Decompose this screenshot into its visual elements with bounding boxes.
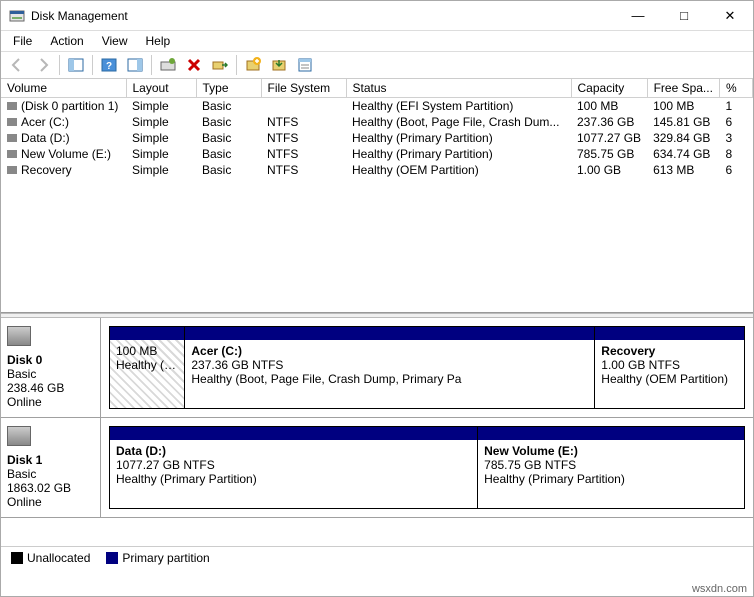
- col-type[interactable]: Type: [196, 79, 261, 98]
- new-spanned-volume-button[interactable]: [241, 54, 265, 76]
- col-layout[interactable]: Layout: [126, 79, 196, 98]
- disk-header[interactable]: Disk 1Basic1863.02 GBOnline: [1, 418, 101, 517]
- footer-watermark: wsxdn.com: [692, 583, 747, 595]
- toolbar: ?: [1, 51, 753, 79]
- volume-icon: [7, 118, 17, 126]
- legend-unallocated: Unallocated: [11, 551, 90, 565]
- svg-text:?: ?: [106, 61, 112, 72]
- menu-view[interactable]: View: [94, 32, 136, 50]
- partition-status: Healthy (OEM Partition): [601, 372, 738, 386]
- partition-status: Healthy (Primary Partition): [116, 472, 471, 486]
- partition-status: Healthy (Boot, Page File, Crash Dump, Pr…: [191, 372, 588, 386]
- menu-action[interactable]: Action: [42, 32, 91, 50]
- volume-table[interactable]: Volume Layout Type File System Status Ca…: [1, 79, 753, 178]
- menu-bar: File Action View Help: [1, 31, 753, 51]
- partition-color-bar: [595, 327, 744, 340]
- table-row[interactable]: Acer (C:)SimpleBasicNTFSHealthy (Boot, P…: [1, 114, 753, 130]
- partition[interactable]: Data (D:)1077.27 GB NTFSHealthy (Primary…: [109, 426, 478, 509]
- col-filesystem[interactable]: File System: [261, 79, 346, 98]
- graphical-view-pane[interactable]: Disk 0Basic238.46 GBOnline100 MBHealthy …: [1, 318, 753, 546]
- partition-title: New Volume (E:): [484, 444, 738, 458]
- partition-color-bar: [478, 427, 744, 440]
- show-hide-action-pane-button[interactable]: [123, 54, 147, 76]
- disk-icon: [7, 326, 31, 346]
- toolbar-separator: [92, 55, 93, 75]
- volume-list-pane[interactable]: Volume Layout Type File System Status Ca…: [1, 79, 753, 313]
- disk-type: Basic: [7, 467, 94, 481]
- forward-button[interactable]: [31, 54, 55, 76]
- partition-container: Data (D:)1077.27 GB NTFSHealthy (Primary…: [101, 418, 753, 517]
- col-status[interactable]: Status: [346, 79, 571, 98]
- toolbar-separator: [151, 55, 152, 75]
- window-title: Disk Management: [31, 9, 615, 23]
- volume-icon: [7, 102, 17, 110]
- col-volume[interactable]: Volume: [1, 79, 126, 98]
- table-row[interactable]: RecoverySimpleBasicNTFSHealthy (OEM Part…: [1, 162, 753, 178]
- minimize-button[interactable]: —: [615, 1, 661, 31]
- disk-header[interactable]: Disk 0Basic238.46 GBOnline: [1, 318, 101, 417]
- help-button[interactable]: ?: [97, 54, 121, 76]
- disk-size: 1863.02 GB: [7, 481, 94, 495]
- volume-icon: [7, 166, 17, 174]
- disk-state: Online: [7, 395, 94, 409]
- partition-size: 1077.27 GB NTFS: [116, 458, 471, 472]
- legend: Unallocated Primary partition: [1, 546, 753, 568]
- disk-type: Basic: [7, 367, 94, 381]
- extend-volume-button[interactable]: [208, 54, 232, 76]
- volume-icon: [7, 150, 17, 158]
- toolbar-separator: [236, 55, 237, 75]
- back-button[interactable]: [5, 54, 29, 76]
- disk-name: Disk 0: [7, 353, 94, 367]
- disk-name: Disk 1: [7, 453, 94, 467]
- partition-title: Acer (C:): [191, 344, 588, 358]
- partition-container: 100 MBHealthy (EFI System Partition)Acer…: [101, 318, 753, 417]
- disk-row: Disk 1Basic1863.02 GBOnlineData (D:)1077…: [1, 418, 753, 518]
- partition-size: 100 MB: [116, 344, 178, 358]
- partition-color-bar: [110, 327, 184, 340]
- partition-status: Healthy (Primary Partition): [484, 472, 738, 486]
- legend-primary: Primary partition: [106, 551, 209, 565]
- mount-button[interactable]: [267, 54, 291, 76]
- menu-help[interactable]: Help: [138, 32, 179, 50]
- menu-file[interactable]: File: [5, 32, 40, 50]
- partition[interactable]: Recovery1.00 GB NTFSHealthy (OEM Partiti…: [594, 326, 745, 409]
- col-capacity[interactable]: Capacity: [571, 79, 647, 98]
- partition-color-bar: [110, 427, 477, 440]
- swatch-primary-icon: [106, 552, 118, 564]
- app-icon: [9, 8, 25, 24]
- table-row[interactable]: (Disk 0 partition 1)SimpleBasicHealthy (…: [1, 98, 753, 115]
- partition-status: Healthy (EFI System Partition): [116, 358, 178, 372]
- show-hide-console-tree-button[interactable]: [64, 54, 88, 76]
- maximize-button[interactable]: □: [661, 1, 707, 31]
- partition[interactable]: Acer (C:)237.36 GB NTFSHealthy (Boot, Pa…: [184, 326, 595, 409]
- refresh-button[interactable]: [156, 54, 180, 76]
- delete-button[interactable]: [182, 54, 206, 76]
- swatch-unallocated-icon: [11, 552, 23, 564]
- col-free[interactable]: Free Spa...: [647, 79, 719, 98]
- partition[interactable]: 100 MBHealthy (EFI System Partition): [109, 326, 185, 409]
- partition-size: 237.36 GB NTFS: [191, 358, 588, 372]
- partition-size: 1.00 GB NTFS: [601, 358, 738, 372]
- properties-button[interactable]: [293, 54, 317, 76]
- partition-title: Recovery: [601, 344, 738, 358]
- disk-size: 238.46 GB: [7, 381, 94, 395]
- title-bar: Disk Management — □ ✕: [1, 1, 753, 31]
- partition-color-bar: [185, 327, 594, 340]
- table-row[interactable]: New Volume (E:)SimpleBasicNTFSHealthy (P…: [1, 146, 753, 162]
- partition[interactable]: New Volume (E:)785.75 GB NTFSHealthy (Pr…: [477, 426, 745, 509]
- table-row[interactable]: Data (D:)SimpleBasicNTFSHealthy (Primary…: [1, 130, 753, 146]
- close-button[interactable]: ✕: [707, 1, 753, 31]
- toolbar-separator: [59, 55, 60, 75]
- disk-state: Online: [7, 495, 94, 509]
- volume-icon: [7, 134, 17, 142]
- partition-title: Data (D:): [116, 444, 471, 458]
- disk-row: Disk 0Basic238.46 GBOnline100 MBHealthy …: [1, 318, 753, 418]
- column-headers[interactable]: Volume Layout Type File System Status Ca…: [1, 79, 753, 98]
- disk-icon: [7, 426, 31, 446]
- col-percent[interactable]: %: [719, 79, 752, 98]
- partition-size: 785.75 GB NTFS: [484, 458, 738, 472]
